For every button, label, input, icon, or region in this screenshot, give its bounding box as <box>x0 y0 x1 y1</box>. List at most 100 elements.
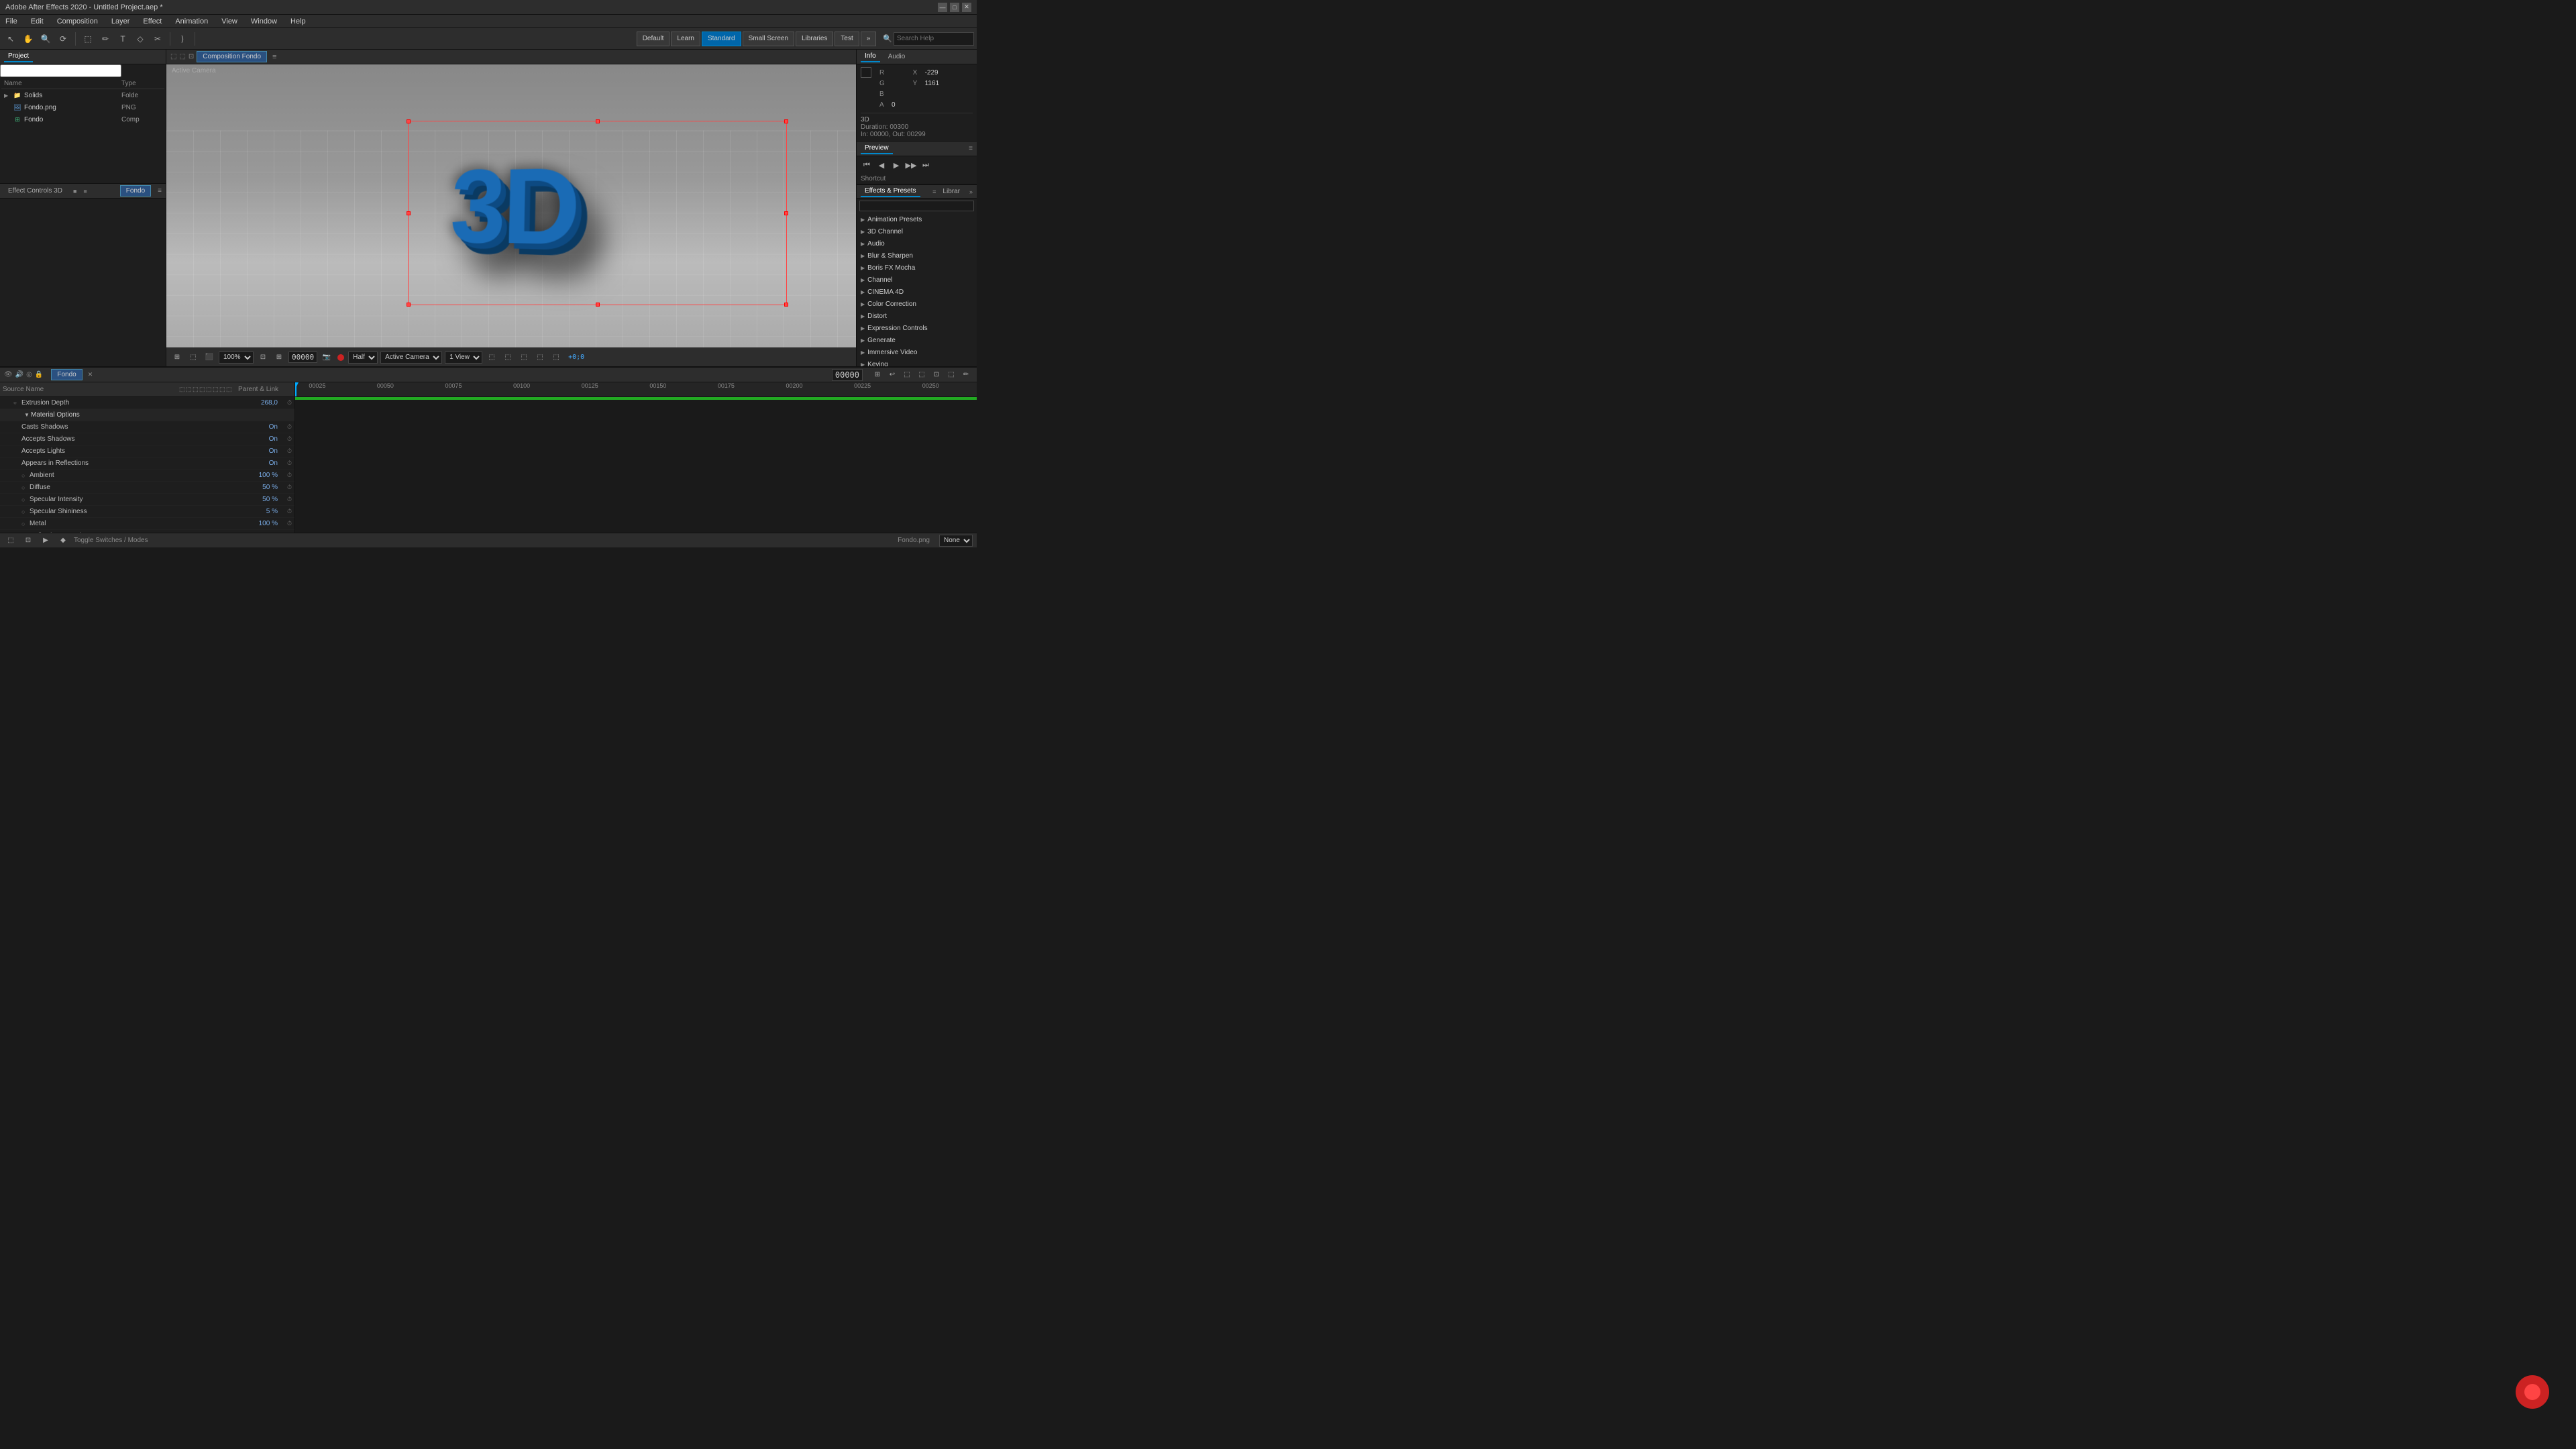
timeline-tool-6[interactable]: ⬚ <box>945 368 958 382</box>
menu-file[interactable]: File <box>3 16 20 27</box>
toggle-guides[interactable]: ⬚ <box>549 351 563 364</box>
tool-pen[interactable]: ✏ <box>97 31 113 47</box>
workspace-learn[interactable]: Learn <box>671 32 700 46</box>
accepts-shadows-value[interactable]: On <box>243 435 283 443</box>
preview-play[interactable]: ▶ <box>890 159 902 171</box>
handle-top-right[interactable] <box>784 119 788 123</box>
keyframe-icon-metal[interactable]: ⏱ <box>287 520 292 527</box>
3d-view-toggle[interactable]: ⬛ <box>203 351 216 364</box>
keyframe-icon-accepts-shadows[interactable]: ⏱ <box>287 435 292 443</box>
timeline-tool-2[interactable]: ↩ <box>885 368 899 382</box>
preview-settings-icon[interactable]: ≡ <box>969 145 973 152</box>
keyframe-icon-spec-intensity[interactable]: ⏱ <box>287 496 292 503</box>
effects-search-input[interactable] <box>859 201 974 211</box>
category-color-correction[interactable]: ▶ Color Correction <box>857 298 977 310</box>
diffuse-value[interactable]: 50 % <box>243 484 283 491</box>
playhead[interactable] <box>295 382 297 396</box>
menu-animation[interactable]: Animation <box>172 16 211 27</box>
toggle-switches-modes[interactable]: Toggle Switches / Modes <box>74 537 148 544</box>
notification-dot[interactable] <box>2516 1375 2549 1409</box>
category-animation-presets[interactable]: ▶ Animation Presets <box>857 213 977 225</box>
tab-librar[interactable]: Librar <box>938 186 964 197</box>
category-audio[interactable]: ▶ Audio <box>857 237 977 250</box>
keyframe-icon-spec-shininess[interactable]: ⏱ <box>287 508 292 515</box>
footer-add-marker[interactable]: ◆ <box>56 534 70 547</box>
project-search-input[interactable] <box>0 64 121 77</box>
menu-help[interactable]: Help <box>288 16 309 27</box>
accepts-lights-value[interactable]: On <box>243 447 283 455</box>
tool-rotate[interactable]: ⟳ <box>55 31 71 47</box>
metal-value[interactable]: 100 % <box>243 520 283 527</box>
project-item-fondo-png[interactable]: 🖼 Fondo.png PNG <box>1 101 164 113</box>
timeline-tool-7[interactable]: ✏ <box>959 368 973 382</box>
toggle-layer-controls[interactable]: ⬚ <box>485 351 498 364</box>
keyframe-icon-ambient[interactable]: ⏱ <box>287 472 292 479</box>
specular-shininess-value[interactable]: 5 % <box>243 508 283 515</box>
menu-window[interactable]: Window <box>248 16 280 27</box>
maximize-button[interactable]: □ <box>950 3 959 12</box>
timeline-timecode[interactable]: 00000 <box>832 369 863 381</box>
expand-extrusion[interactable]: ○ <box>13 400 20 406</box>
preview-back[interactable]: ◀ <box>875 159 888 171</box>
category-boris-fx[interactable]: ▶ Boris FX Mocha <box>857 262 977 274</box>
keyframe-icon-accepts-lights[interactable]: ⏱ <box>287 447 292 455</box>
appears-in-reflections-value[interactable]: On <box>243 460 283 467</box>
workspace-libraries[interactable]: Libraries <box>796 32 833 46</box>
keyframe-icon-casts[interactable]: ⏱ <box>287 423 292 431</box>
workspace-test[interactable]: Test <box>835 32 859 46</box>
workspace-more[interactable]: » <box>861 32 877 46</box>
tool-rect[interactable]: ⬚ <box>80 31 96 47</box>
timeline-settings-icon[interactable]: ✕ <box>88 371 93 378</box>
tool-clone[interactable]: ✂ <box>150 31 166 47</box>
menu-composition[interactable]: Composition <box>54 16 101 27</box>
specular-intensity-value[interactable]: 50 % <box>243 496 283 503</box>
tab-effects-presets[interactable]: Effects & Presets <box>861 186 920 197</box>
minimize-button[interactable]: — <box>938 3 947 12</box>
footer-comp-settings[interactable]: ⬚ <box>4 534 17 547</box>
footer-render[interactable]: ⊡ <box>21 534 35 547</box>
category-cinema-4d[interactable]: ▶ CINEMA 4D <box>857 286 977 298</box>
toggle-motion-paths[interactable]: ⬚ <box>517 351 531 364</box>
view-select[interactable]: Active Camera <box>380 352 442 364</box>
category-expression-controls[interactable]: ▶ Expression Controls <box>857 322 977 334</box>
timeline-comp-tab[interactable]: Fondo <box>51 369 82 380</box>
timeline-tool-3[interactable]: ⬚ <box>900 368 914 382</box>
category-keying[interactable]: ▶ Keying <box>857 358 977 366</box>
tool-brush[interactable]: ◇ <box>132 31 148 47</box>
tab-audio[interactable]: Audio <box>884 52 910 62</box>
menu-view[interactable]: View <box>219 16 240 27</box>
category-generate[interactable]: ▶ Generate <box>857 334 977 346</box>
category-immersive-video[interactable]: ▶ Immersive Video <box>857 346 977 358</box>
layout-select[interactable]: 1 View <box>445 352 482 364</box>
help-search-input[interactable] <box>894 32 974 46</box>
category-blur-sharpen[interactable]: ▶ Blur & Sharpen <box>857 250 977 262</box>
snapshot-btn[interactable]: 📷 <box>320 351 333 364</box>
category-distort[interactable]: ▶ Distort <box>857 310 977 322</box>
workspace-default[interactable]: Default <box>637 32 670 46</box>
preview-last-frame[interactable]: ⏭ <box>920 159 932 171</box>
zoom-select[interactable]: 100% <box>219 352 254 364</box>
handle-top-left[interactable] <box>407 119 411 123</box>
tool-zoom[interactable]: 🔍 <box>38 31 54 47</box>
quality-select[interactable]: Half <box>348 352 378 364</box>
menu-effect[interactable]: Effect <box>140 16 164 27</box>
transparency-toggle[interactable]: ⬚ <box>186 351 200 364</box>
timecode-display[interactable]: 00000 <box>288 352 317 363</box>
timeline-tool-4[interactable]: ⬚ <box>915 368 928 382</box>
expand-material-options[interactable]: ▼ <box>24 412 31 418</box>
preview-forward[interactable]: ▶▶ <box>905 159 917 171</box>
tab-info[interactable]: Info <box>861 51 880 62</box>
zoom-fit[interactable]: ⊡ <box>256 351 270 364</box>
menu-edit[interactable]: Edit <box>28 16 46 27</box>
footer-preview[interactable]: ▶ <box>39 534 52 547</box>
menu-layer[interactable]: Layer <box>109 16 133 27</box>
window-controls[interactable]: — □ ✕ <box>938 3 971 12</box>
zoom-fill[interactable]: ⊞ <box>272 351 286 364</box>
parent-select[interactable]: None <box>939 535 973 547</box>
effects-more-icon[interactable]: » <box>969 189 973 195</box>
timeline-tool-1[interactable]: ⊞ <box>871 368 884 382</box>
grid-toggle[interactable]: ⊞ <box>170 351 184 364</box>
category-channel[interactable]: ▶ Channel <box>857 274 977 286</box>
preview-first-frame[interactable]: ⏮ <box>861 159 873 171</box>
workspace-standard[interactable]: Standard <box>702 32 741 46</box>
